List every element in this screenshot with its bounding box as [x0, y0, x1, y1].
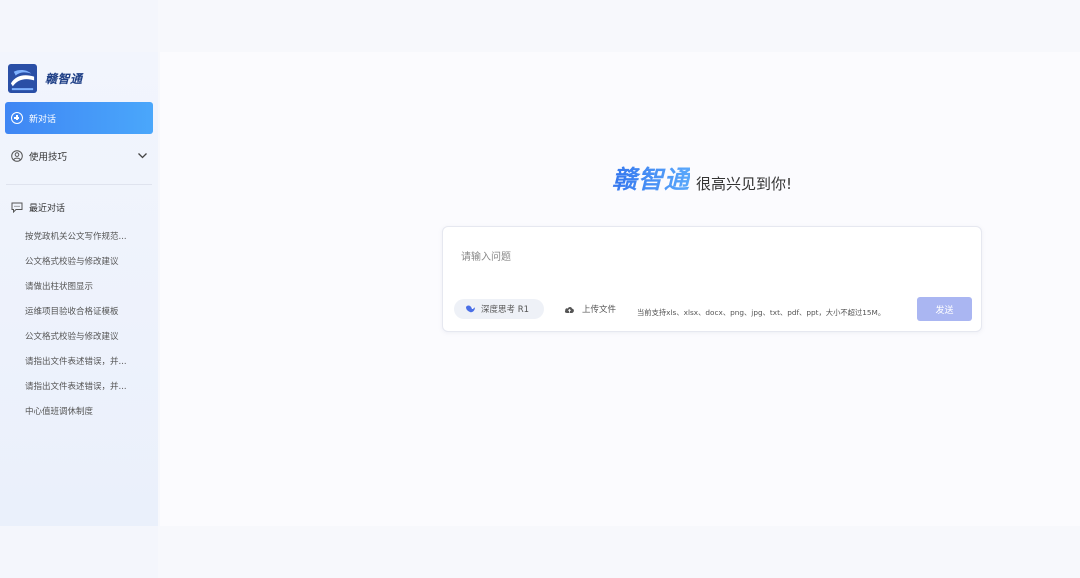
new-chat-button[interactable]: 新对话 — [5, 102, 153, 134]
deep-think-label: 深度思考 R1 — [481, 305, 530, 315]
deep-think-toggle[interactable]: 深度思考 R1 — [454, 299, 544, 319]
recent-item[interactable]: 公文格式校验与修改建议 — [25, 255, 145, 280]
upload-file-label: 上传文件 — [582, 305, 617, 315]
recent-item[interactable]: 请做出柱状图显示 — [25, 280, 145, 305]
user-circle-icon — [11, 150, 23, 162]
recent-item[interactable]: 按党政机关公文写作规范... — [25, 230, 145, 255]
new-chat-label: 新对话 — [29, 114, 57, 125]
sidebar-panel: 赣智通 新对话 使用技巧 最近对话 按党政机关公文写作规范... 公文格式校验与… — [0, 52, 158, 526]
recent-title: 最近对话 — [29, 204, 66, 214]
cloud-upload-icon — [564, 306, 574, 313]
supported-formats-text: 当前支持xls、xlsx、docx、png、jpg、txt、pdf、ppt，大小… — [637, 308, 886, 317]
question-input[interactable] — [461, 247, 961, 267]
recent-item[interactable]: 请指出文件表述错误，并... — [25, 380, 145, 405]
sidebar-divider — [6, 184, 152, 185]
send-button[interactable]: 发送 — [917, 297, 972, 321]
welcome-brand: 赣智通 — [612, 160, 690, 196]
recent-item[interactable]: 请指出文件表述错误，并... — [25, 355, 145, 380]
usage-tips-menu[interactable]: 使用技巧 — [11, 148, 151, 164]
welcome-heading: 赣智通 很高兴见到你! — [612, 160, 792, 196]
brand-name: 赣智通 — [45, 72, 83, 86]
recent-item[interactable]: 公文格式校验与修改建议 — [25, 330, 145, 355]
logo-icon — [8, 64, 37, 93]
sidebar: 赣智通 新对话 使用技巧 最近对话 按党政机关公文写作规范... 公文格式校验与… — [0, 0, 158, 578]
recent-item[interactable]: 中心值班调休制度 — [25, 405, 145, 430]
chat-bubble-icon — [11, 202, 23, 213]
chat-input-box: 深度思考 R1 上传文件 当前支持xls、xlsx、docx、png、jpg、t… — [442, 226, 982, 332]
chevron-down-icon[interactable] — [137, 150, 148, 161]
usage-tips-label: 使用技巧 — [29, 152, 68, 163]
recent-list: 按党政机关公文写作规范... 公文格式校验与修改建议 请做出柱状图显示 运维项目… — [25, 230, 145, 430]
recent-item[interactable]: 运维项目验收合格证模板 — [25, 305, 145, 330]
brand[interactable]: 赣智通 — [8, 64, 83, 93]
recent-header: 最近对话 — [11, 201, 65, 214]
deep-think-icon — [466, 305, 475, 313]
plus-circle-icon — [11, 112, 23, 124]
upload-file-button[interactable]: 上传文件 — [564, 303, 616, 315]
welcome-text: 很高兴见到你! — [696, 175, 793, 193]
